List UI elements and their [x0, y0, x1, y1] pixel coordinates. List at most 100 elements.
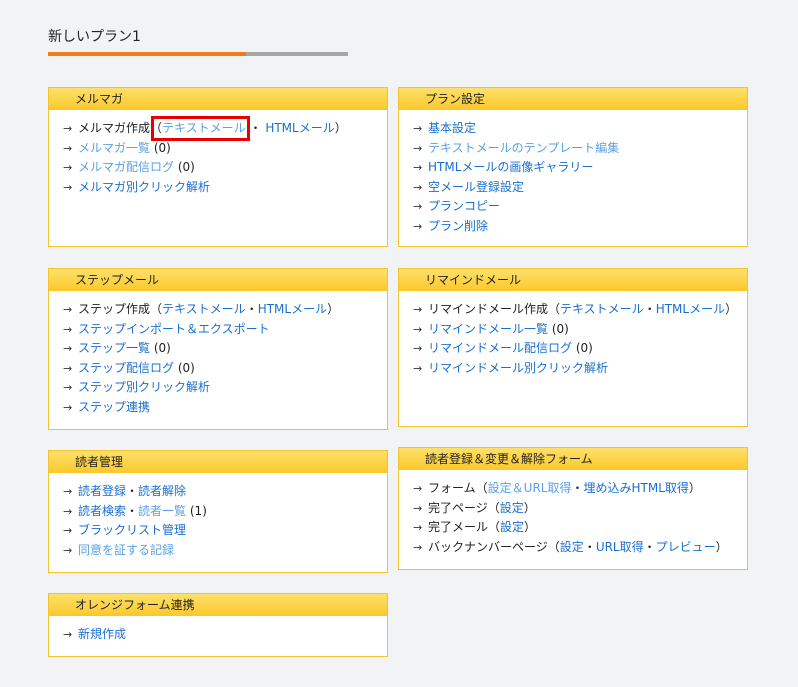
remind-panel-title: リマインドメール	[399, 269, 747, 291]
arrow-right-icon: →	[413, 342, 423, 355]
arrow-right-icon: →	[413, 540, 423, 554]
arrow-right-icon: →	[63, 342, 73, 355]
title-underline	[48, 52, 348, 56]
forms-form-embed-link[interactable]: 埋め込みHTML取得	[583, 481, 688, 495]
list-item: → ステップインポート＆エクスポート	[63, 320, 387, 340]
arrow-right-icon: →	[63, 322, 73, 336]
reader-blacklist-link[interactable]: ブラックリスト管理	[78, 523, 186, 537]
list-item: → ブラックリスト管理	[63, 521, 387, 541]
forms-backnumber-url-link[interactable]: URL取得	[596, 540, 644, 554]
remind-list-count: (0)	[551, 321, 569, 336]
arrow-right-icon: →	[413, 180, 423, 194]
arrow-right-icon: →	[413, 303, 423, 316]
arrow-right-icon: →	[63, 122, 73, 135]
plan-copy-link[interactable]: プランコピー	[428, 199, 500, 213]
forms-done-mail-settings-link[interactable]: 設定	[500, 520, 524, 534]
remind-create-label: リマインドメール作成	[428, 302, 549, 316]
arrow-right-icon: →	[413, 200, 423, 213]
arrow-right-icon: →	[413, 501, 423, 515]
reader-list-count: (1)	[189, 503, 207, 518]
arrow-right-icon: →	[413, 521, 423, 534]
plan-basic-link[interactable]: 基本設定	[428, 121, 476, 135]
forms-backnumber-preview-link[interactable]: プレビュー	[656, 540, 716, 554]
forms-done-page-settings-link[interactable]: 設定	[500, 501, 524, 515]
forms-panel: 読者登録＆変更＆解除フォーム → フォーム（設定＆URL取得・埋め込みHTML取得…	[398, 447, 748, 570]
step-panel-title: ステップメール	[49, 269, 387, 291]
list-item: → 完了メール（設定）	[413, 518, 747, 538]
reader-search-link[interactable]: 読者検索	[78, 504, 126, 518]
reader-list-link[interactable]: 読者一覧	[138, 504, 186, 518]
arrow-right-icon: →	[63, 543, 73, 557]
list-item: → 基本設定	[413, 119, 747, 139]
plan-panel-title: プラン設定	[399, 88, 747, 110]
plan-gallery-link[interactable]: HTMLメールの画像ギャラリー	[428, 160, 593, 174]
reader-unregister-link[interactable]: 読者解除	[138, 484, 186, 498]
list-item: → ステップ連携	[63, 398, 387, 418]
plan-template-link[interactable]: テキストメールのテンプレート編集	[428, 141, 619, 155]
remind-log-count: (0)	[575, 341, 593, 355]
mailmag-log-link[interactable]: メルマガ配信ログ	[78, 160, 174, 174]
reader-consent-link[interactable]: 同意を証する記録	[78, 543, 174, 557]
reader-register-link[interactable]: 読者登録	[78, 484, 126, 498]
step-click-link[interactable]: ステップ別クリック解析	[78, 380, 210, 394]
arrow-right-icon: →	[413, 219, 423, 233]
list-item: → ステップ作成（テキストメール・HTMLメール）	[63, 300, 387, 320]
plan-panel: プラン設定 → 基本設定 → テキストメールのテンプレート編集 → HTMLメールの画…	[398, 87, 748, 247]
list-item: → ステップ配信ログ (0)	[63, 359, 387, 379]
reader-panel: 読者管理 → 読者登録・読者解除 → 読者検索・読者一覧 (1) → ブラックリスト管…	[48, 450, 388, 573]
list-item: → 読者登録・読者解除	[63, 482, 387, 502]
step-log-link[interactable]: ステップ配信ログ	[78, 361, 174, 375]
forms-backnumber-settings-link[interactable]: 設定	[560, 540, 584, 554]
remind-click-link[interactable]: リマインドメール別クリック解析	[428, 361, 608, 375]
mailmag-panel: メルマガ → メルマガ作成（テキストメール ・ HTMLメール） → メルマガ一覧 …	[48, 87, 388, 247]
remind-list-link[interactable]: リマインドメール一覧	[428, 322, 548, 336]
list-item: → 完了ページ（設定）	[413, 499, 747, 519]
step-create-html-link[interactable]: HTMLメール	[258, 302, 327, 316]
orange-panel-title: オレンジフォーム連携	[49, 594, 387, 616]
step-link-link[interactable]: ステップ連携	[78, 400, 150, 414]
step-create-text-link[interactable]: テキストメール	[162, 302, 246, 316]
mailmag-list-link[interactable]: メルマガ一覧	[78, 141, 150, 155]
arrow-right-icon: →	[63, 303, 73, 316]
list-item: → テキストメールのテンプレート編集	[413, 139, 747, 159]
list-item: → 空メール登録設定	[413, 178, 747, 198]
list-item: → メルマガ別クリック解析	[63, 178, 387, 198]
forms-backnumber-label: バックナンバーページ	[428, 539, 548, 554]
highlight-box	[151, 116, 250, 141]
mailmag-create-html-link[interactable]: HTMLメール	[265, 121, 334, 135]
mailmag-click-link[interactable]: メルマガ別クリック解析	[78, 180, 210, 194]
forms-form-label: フォーム	[428, 481, 476, 495]
plan-emptymail-link[interactable]: 空メール登録設定	[428, 180, 524, 194]
orange-panel: オレンジフォーム連携 → 新規作成	[48, 593, 388, 657]
forms-done-mail-label: 完了メール	[428, 520, 489, 534]
list-item: → リマインドメール別クリック解析	[413, 359, 747, 379]
forms-done-page-label: 完了ページ	[428, 500, 488, 515]
step-log-count: (0)	[177, 360, 195, 375]
remind-create-text-link[interactable]: テキストメール	[560, 302, 644, 316]
arrow-right-icon: →	[413, 361, 423, 375]
remind-create-html-link[interactable]: HTMLメール	[656, 302, 725, 316]
step-list-link[interactable]: ステップ一覧	[78, 341, 150, 355]
title-underline-fill	[48, 52, 246, 56]
list-item: → メルマガ一覧 (0)	[63, 139, 387, 159]
step-list-count: (0)	[153, 341, 171, 355]
list-item: → フォーム（設定＆URL取得・埋め込みHTML取得）	[413, 479, 747, 499]
forms-form-settings-link[interactable]: 設定＆URL取得	[488, 481, 572, 495]
step-create-label: ステップ作成	[78, 302, 151, 316]
mailmag-panel-title: メルマガ	[49, 88, 387, 110]
arrow-right-icon: →	[413, 161, 423, 174]
arrow-right-icon: →	[63, 381, 73, 394]
list-item: → 新規作成	[63, 625, 387, 645]
list-item: → 同意を証する記録	[63, 541, 387, 561]
remind-panel: リマインドメール → リマインドメール作成（テキストメール・HTMLメール） → リ…	[398, 268, 748, 427]
list-item: → ステップ別クリック解析	[63, 378, 387, 398]
list-item: → 読者検索・読者一覧 (1)	[63, 502, 387, 522]
plan-delete-link[interactable]: プラン削除	[428, 219, 488, 233]
arrow-right-icon: →	[63, 141, 73, 155]
arrow-right-icon: →	[63, 628, 73, 641]
arrow-right-icon: →	[63, 400, 73, 414]
arrow-right-icon: →	[413, 141, 423, 155]
orange-new-link[interactable]: 新規作成	[78, 627, 126, 641]
step-import-link[interactable]: ステップインポート＆エクスポート	[78, 322, 270, 336]
remind-log-link[interactable]: リマインドメール配信ログ	[428, 341, 572, 355]
